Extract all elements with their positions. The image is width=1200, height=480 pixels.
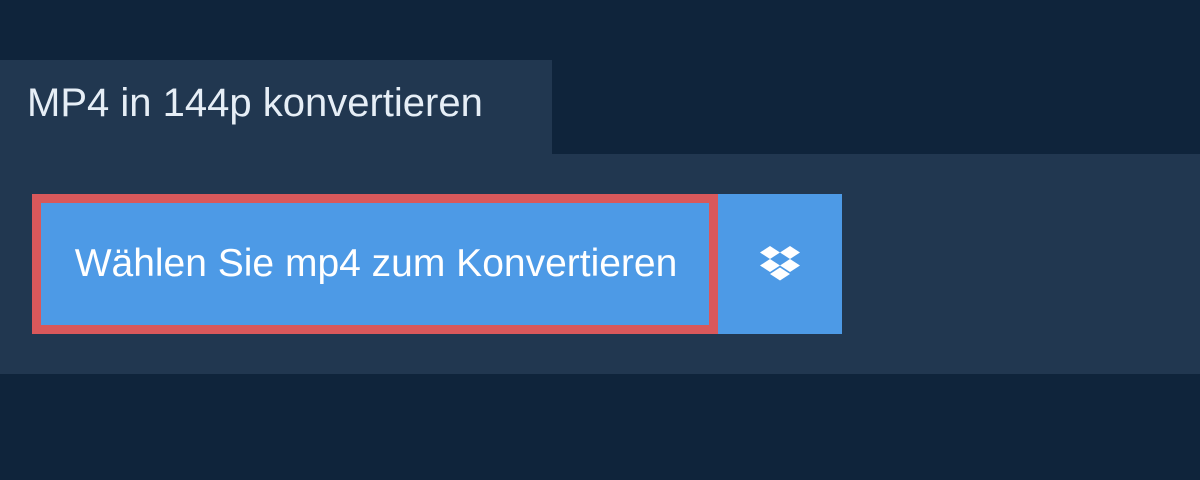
choose-file-button[interactable]: Wählen Sie mp4 zum Konvertieren bbox=[32, 194, 718, 334]
dropbox-icon bbox=[759, 246, 801, 282]
page: MP4 in 144p konvertieren Wählen Sie mp4 … bbox=[0, 0, 1200, 480]
choose-file-label: Wählen Sie mp4 zum Konvertieren bbox=[74, 242, 678, 285]
converter-tab: MP4 in 144p konvertieren bbox=[0, 60, 552, 154]
upload-panel: Wählen Sie mp4 zum Konvertieren bbox=[0, 154, 1200, 374]
page-title: MP4 in 144p konvertieren bbox=[27, 80, 483, 125]
dropbox-button[interactable] bbox=[718, 194, 842, 334]
